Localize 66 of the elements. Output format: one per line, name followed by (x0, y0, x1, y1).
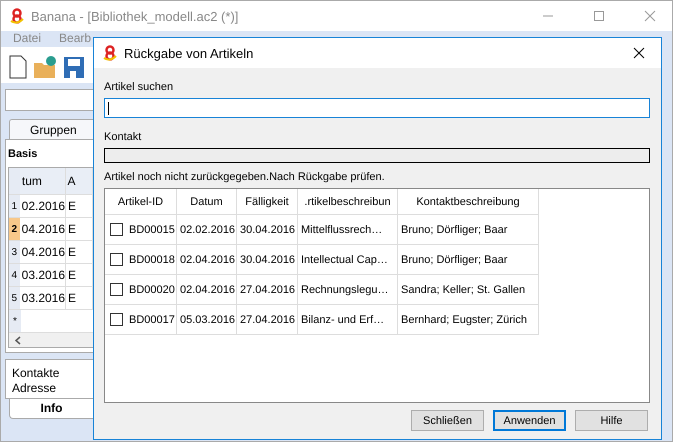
table-cell: Mittelflussrech… (298, 215, 398, 245)
column-header[interactable]: Datum (177, 189, 237, 215)
table-cell: BD00017 (129, 314, 175, 326)
table-cell: Sandra; Keller; St. Gallen (398, 275, 539, 305)
table-cell: 27.04.2016 (237, 275, 298, 305)
input-field[interactable] (5, 89, 93, 111)
search-label: Artikel suchen (104, 80, 174, 94)
checkbox[interactable] (110, 223, 123, 236)
column-header[interactable]: .rtikelbeschreibun (298, 189, 398, 215)
table-cell: 03.2016 (20, 264, 66, 286)
scroll-left-icon[interactable] (15, 336, 21, 344)
new-document-icon[interactable] (9, 55, 27, 79)
checkbox[interactable] (110, 253, 123, 266)
table-cell: 30.04.2016 (237, 245, 298, 275)
dialog-button[interactable]: Hilfe (575, 410, 648, 431)
table-cell: Rechnungslegu… (298, 275, 398, 305)
table-cell: 30.04.2016 (237, 215, 298, 245)
banana-logo-icon (9, 8, 25, 24)
table-cell: 02.02.2016 (177, 215, 237, 245)
table-cell: 02.04.2016 (177, 275, 237, 305)
dialog-button[interactable]: Schließen (411, 410, 484, 431)
column-header[interactable]: Fälligkeit (237, 189, 298, 215)
group-title: Basis (8, 147, 38, 162)
save-icon[interactable] (63, 55, 85, 79)
table-cell: Bilanz- und Erf… (298, 305, 398, 335)
column-header[interactable]: tum (20, 168, 66, 194)
dialog-title: Rückgabe von Artikeln (124, 46, 254, 60)
checkbox[interactable] (110, 283, 123, 296)
table-cell: 02.04.2016 (177, 245, 237, 275)
row-number[interactable]: 4 (9, 264, 20, 286)
search-field[interactable] (104, 98, 650, 118)
window-title: Banana - [Bibliothek_modell.ac2 (*)] (31, 8, 240, 24)
row-number[interactable]: 1 (9, 195, 20, 217)
info-tab[interactable]: Info (9, 399, 93, 419)
banana-logo-icon (102, 45, 118, 61)
contact-field[interactable] (104, 148, 650, 163)
new-row-marker: * (9, 310, 21, 332)
table-cell: BD00015 (129, 224, 175, 236)
maximize-icon (592, 10, 604, 22)
table-cell: 05.03.2016 (177, 305, 237, 335)
contact-label: Kontakt (104, 130, 142, 144)
table-cell: 27.04.2016 (237, 305, 298, 335)
row-number[interactable]: 3 (9, 241, 20, 263)
close-icon (644, 10, 656, 22)
table-cell: 02.2016 (20, 195, 66, 217)
table-cell: Bernhard; Eugster; Zürich (398, 305, 539, 335)
group-tab[interactable]: Gruppen (9, 119, 93, 139)
column-header[interactable]: Artikel-ID (105, 189, 177, 215)
table-cell: 04.2016 (20, 241, 66, 263)
dialog-button[interactable]: Anwenden (493, 410, 566, 431)
row-number[interactable]: 2 (9, 218, 20, 240)
table-cell: Bruno; Dörfliger; Baar (398, 215, 539, 245)
table-cell: Bruno; Dörfliger; Baar (398, 245, 539, 275)
close-icon (632, 47, 644, 59)
info-line: Adresse (12, 381, 58, 396)
table-cell: Intellectual Cap… (298, 245, 398, 275)
open-folder-icon[interactable] (33, 55, 57, 79)
table-cell: 03.2016 (20, 287, 66, 309)
table-cell: BD00020 (129, 284, 175, 296)
row-number[interactable]: 5 (9, 287, 20, 309)
table-cell: BD00018 (129, 254, 175, 266)
info-line: Kontakte (12, 366, 60, 381)
table-cell: 04.2016 (20, 218, 66, 240)
checkbox[interactable] (110, 313, 123, 326)
status-message: Artikel noch nicht zurückgegeben.Nach Rückgabe prüfen. (104, 171, 386, 184)
column-header[interactable]: Kontaktbeschreibung (398, 189, 539, 215)
